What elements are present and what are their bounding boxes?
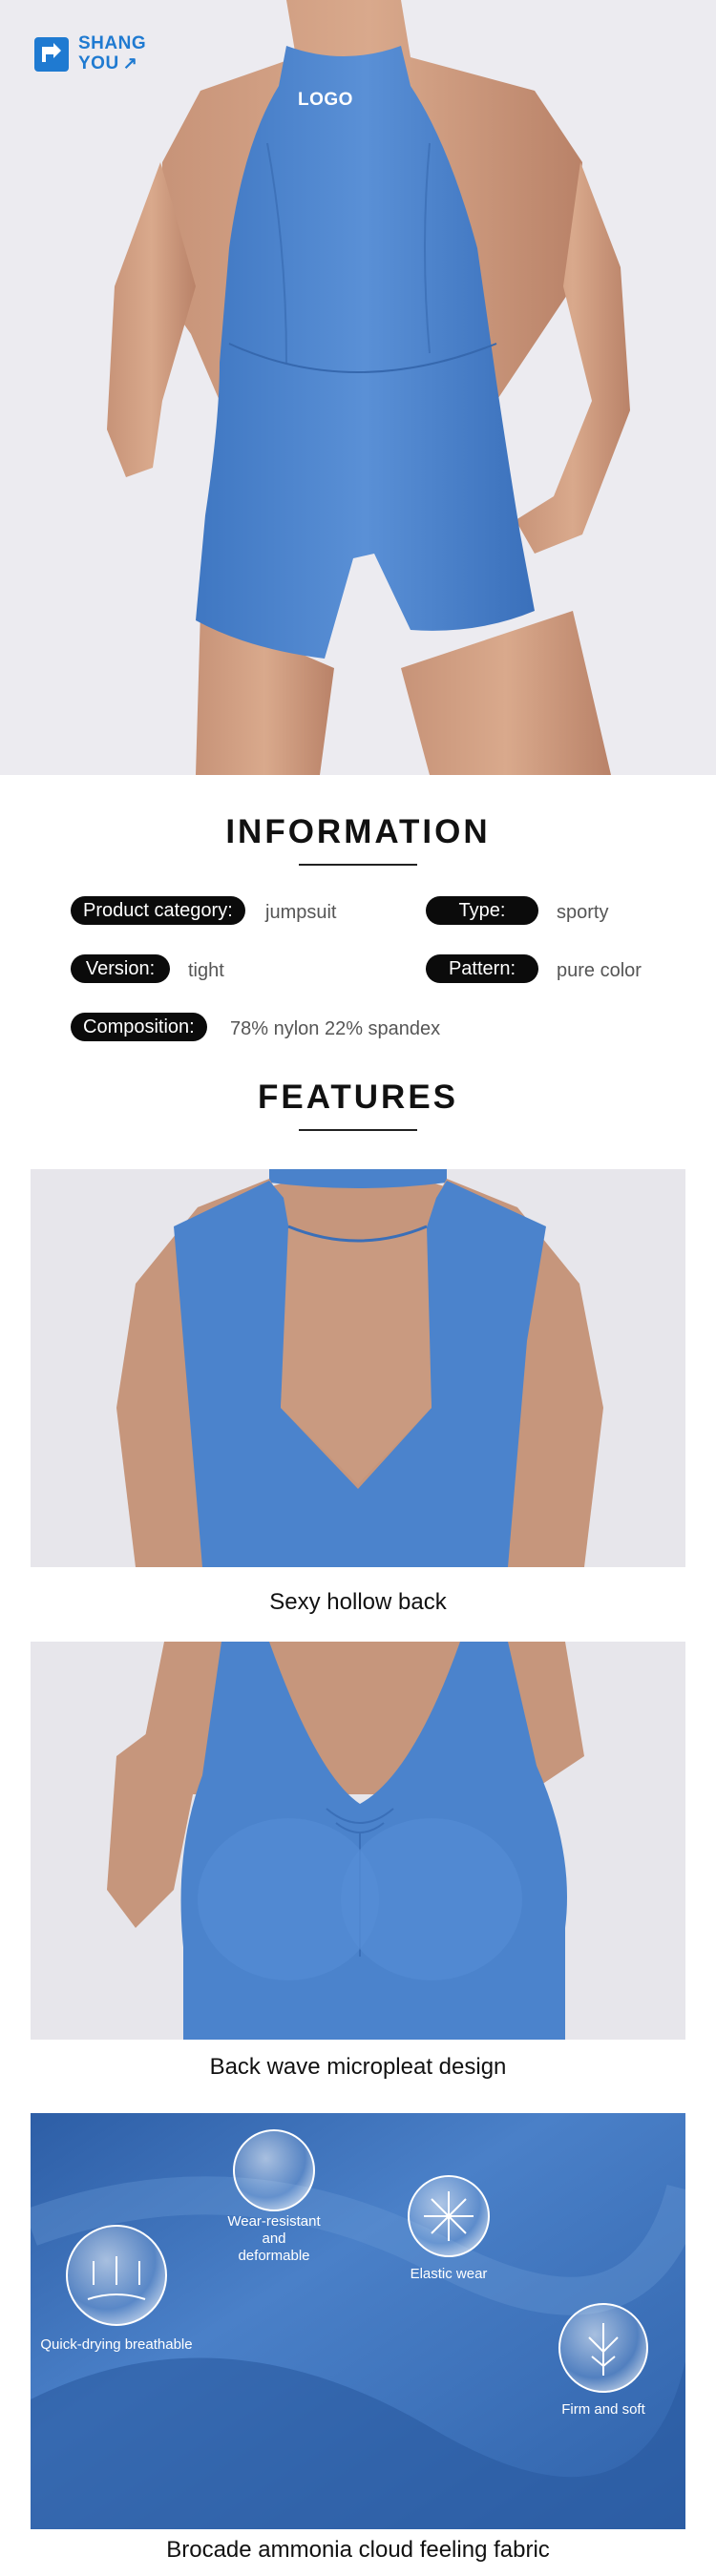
info-label-type: Type: [426,896,538,925]
rear-photo [31,1642,685,2040]
feature-photo-microfold [31,1642,685,2040]
feature-photo-fabric: Wear-resistant and deformable Elastic we… [31,2113,685,2529]
fabric-label-elastic: Elastic wear [410,2266,488,2282]
model-photo [0,0,716,775]
feature-caption-1: Sexy hollow back [269,1589,447,1615]
info-value-pattern: pure color [557,960,642,981]
fabric-label-quick-drying: Quick-drying breathable [40,2336,193,2353]
info-label-version: Version: [71,954,170,983]
fabric-label-firm: Firm and soft [561,2401,645,2418]
feature-caption-2: Back wave micropleat design [209,2054,507,2080]
hero-image: SHANG YOU ↗ LOGO [0,0,716,775]
arrow-icon: ↗ [122,53,138,73]
feature-photo-hollow-back [31,1169,685,1567]
info-value-version: tight [188,960,224,981]
title-underline [299,864,417,866]
feature-caption-3: Brocade ammonia cloud feeling fabric [166,2537,550,2563]
garment-logo-text: LOGO [298,90,353,110]
fabric-texture [31,2113,685,2529]
brand-mark-icon [34,36,69,72]
fabric-label-wear: Wear-resistant and deformable [227,2213,321,2264]
wear-resistant-icon [233,2129,315,2211]
info-label-composition: Composition: [71,1013,207,1041]
info-value-type: sporty [557,902,609,923]
info-label-pattern: Pattern: [426,954,538,983]
brand-logo: SHANG YOU ↗ [32,34,146,73]
title-underline [299,1129,417,1131]
information-title: INFORMATION [225,813,491,850]
info-value-composition: 78% nylon 22% spandex [230,1018,441,1039]
back-photo [31,1169,685,1567]
brand-name: SHANG YOU ↗ [78,33,147,73]
features-title: FEATURES [257,1079,459,1116]
info-label-category: Product category: [71,896,245,925]
info-value-category: jumpsuit [265,902,337,923]
